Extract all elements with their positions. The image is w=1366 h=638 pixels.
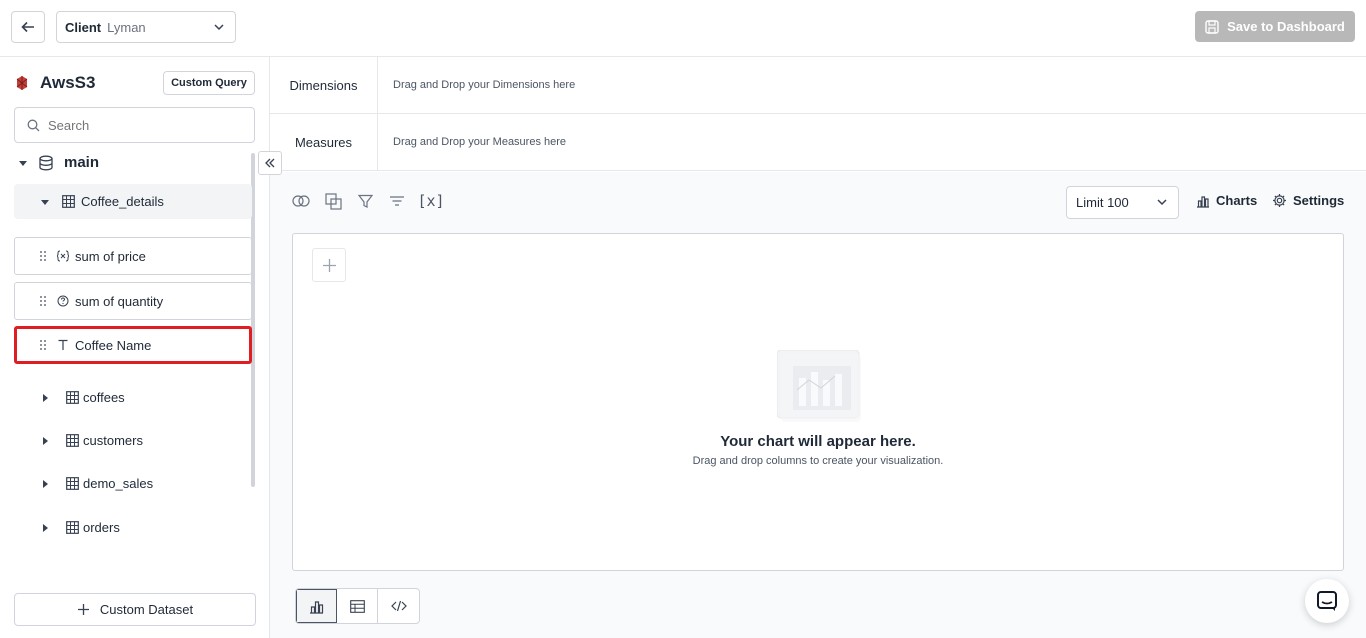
table-item[interactable]: coffees <box>40 390 125 405</box>
code-icon <box>390 600 407 612</box>
drag-handle-icon[interactable] <box>39 339 47 351</box>
database-icon <box>39 155 53 170</box>
charts-button[interactable]: Charts <box>1196 193 1257 208</box>
question-icon <box>57 295 69 307</box>
drag-handle-icon[interactable] <box>39 295 47 307</box>
save-to-dashboard-button[interactable]: Save to Dashboard <box>1195 11 1355 42</box>
view-toggle <box>295 588 420 624</box>
drag-handle-icon[interactable] <box>39 250 47 262</box>
chevron-down-icon <box>1157 199 1167 206</box>
table-name: customers <box>83 433 143 448</box>
table-name: demo_sales <box>83 476 154 491</box>
aws-s3-icon <box>16 76 28 90</box>
caret-right-icon <box>43 393 48 402</box>
client-select-value: Lyman <box>107 19 146 35</box>
table-icon <box>62 195 75 208</box>
chart-canvas[interactable]: Your chart will appear here. Drag and dr… <box>292 233 1344 571</box>
caret-right-icon <box>43 523 48 532</box>
table-item[interactable]: orders <box>40 520 120 535</box>
field-label: sum of quantity <box>75 293 164 309</box>
gear-icon <box>1273 194 1286 207</box>
custom-query-button[interactable]: Custom Query <box>163 71 255 95</box>
dimensions-dropzone[interactable]: Dimensions Drag and Drop your Dimensions… <box>270 57 1366 114</box>
schema-node-main[interactable]: main <box>18 154 99 171</box>
table-icon <box>66 391 79 404</box>
measures-label: Measures <box>270 114 378 170</box>
table-name: coffees <box>83 390 125 405</box>
limit-value: 100 <box>1107 195 1129 210</box>
table-name: Coffee_details <box>81 194 164 209</box>
add-button[interactable] <box>312 248 346 282</box>
caret-right-icon <box>43 479 48 488</box>
limit-label: Limit <box>1076 195 1104 210</box>
dimensions-label: Dimensions <box>270 57 378 113</box>
empty-state-subtitle: Drag and drop columns to create your vis… <box>692 455 944 467</box>
save-to-dashboard-label: Save to Dashboard <box>1227 19 1345 34</box>
table-icon <box>349 599 365 613</box>
filter-icon[interactable] <box>356 192 374 210</box>
measures-dropzone[interactable]: Measures Drag and Drop your Measures her… <box>270 114 1366 171</box>
formula-icon <box>57 250 69 262</box>
collapse-sidebar-button[interactable] <box>258 151 282 175</box>
workspace: [x] Limit 100 Charts Settings Your chart… <box>270 172 1366 638</box>
chart-placeholder-icon <box>777 350 861 422</box>
variable-icon[interactable]: [x] <box>417 192 444 210</box>
back-button[interactable] <box>11 11 45 43</box>
table-view-button[interactable] <box>337 589 378 623</box>
chat-icon <box>1317 591 1337 611</box>
search-icon <box>27 119 40 131</box>
table-item[interactable]: demo_sales <box>40 476 153 491</box>
plus-icon <box>322 258 336 272</box>
table-icon <box>66 477 79 490</box>
chart-view-button[interactable] <box>296 589 337 623</box>
settings-label: Settings <box>1293 193 1345 208</box>
settings-button[interactable]: Settings <box>1272 193 1344 208</box>
custom-dataset-button[interactable]: Custom Dataset <box>14 593 256 626</box>
top-bar: Client Lyman Save to Dashboard <box>0 0 1366 57</box>
bar-chart-icon <box>310 600 324 614</box>
caret-down-icon <box>41 199 49 205</box>
table-item[interactable]: customers <box>40 433 143 448</box>
client-select-label: Client <box>65 19 102 35</box>
table-icon <box>66 521 79 534</box>
field-item[interactable]: sum of quantity <box>14 282 252 320</box>
chevron-down-icon <box>214 24 224 31</box>
field-label: Coffee Name <box>75 337 152 353</box>
table-icon <box>66 434 79 447</box>
query-toolbar: [x] <box>292 192 445 210</box>
union-icon[interactable] <box>324 192 342 210</box>
join-icon[interactable] <box>292 192 310 210</box>
measures-hint: Drag and Drop your Measures here <box>393 136 567 148</box>
text-type-icon <box>58 339 68 350</box>
search-input[interactable] <box>48 117 228 133</box>
plus-icon <box>77 604 89 615</box>
limit-select[interactable]: Limit 100 <box>1066 186 1179 219</box>
dimensions-hint: Drag and Drop your Dimensions here <box>393 79 576 91</box>
field-label: sum of price <box>75 248 146 264</box>
caret-right-icon <box>43 436 48 445</box>
empty-state-title: Your chart will appear here. <box>720 433 916 450</box>
table-item-coffee-details[interactable]: Coffee_details <box>14 184 252 219</box>
arrow-left-icon <box>21 21 34 33</box>
bar-chart-icon <box>1197 195 1209 208</box>
chevrons-left-icon <box>265 158 275 168</box>
custom-dataset-label: Custom Dataset <box>99 602 194 617</box>
field-item[interactable]: sum of price <box>14 237 252 275</box>
source-name: AwsS3 <box>40 73 96 92</box>
code-view-button[interactable] <box>378 589 419 623</box>
caret-down-icon <box>19 160 27 166</box>
table-name: orders <box>83 520 120 535</box>
search-field[interactable] <box>14 107 255 143</box>
save-icon <box>1205 19 1219 34</box>
schema-name: main <box>64 154 100 171</box>
client-select[interactable]: Client Lyman <box>56 11 236 43</box>
charts-label: Charts <box>1216 193 1258 208</box>
support-chat-button[interactable] <box>1305 579 1349 623</box>
field-item-highlighted[interactable]: Coffee Name <box>14 326 252 364</box>
sidebar: AwsS3 Custom Query main Coffee_details s… <box>0 57 282 638</box>
sort-icon[interactable] <box>388 192 406 210</box>
source-title: AwsS3 <box>14 73 95 93</box>
